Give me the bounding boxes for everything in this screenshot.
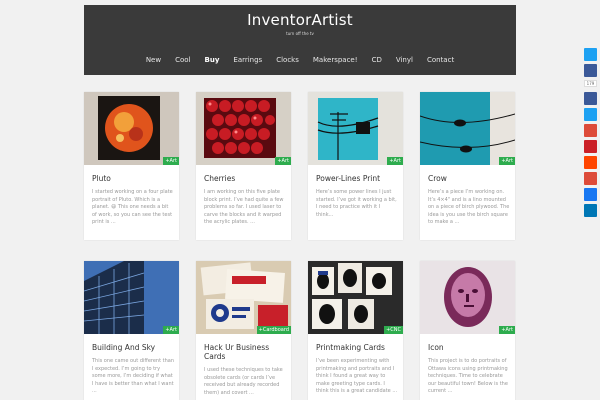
share-button-twitter-share-icon[interactable] [584,108,597,121]
post-tag[interactable]: +Art [499,326,515,334]
post-excerpt: Here’s some power lines I just started. … [316,189,397,218]
post-title[interactable]: Hack Ur Business Cards [204,343,286,361]
post-thumbnail[interactable]: +Art [84,261,179,334]
post-card-hack-ur-business-cards[interactable]: +Cardboard Hack Ur Business Cards I used… [196,261,291,400]
post-card-pluto[interactable]: +Art Pluto I started working on a four p… [84,92,179,240]
site-tagline: turn off the tv [286,31,314,36]
nav-item-clocks[interactable]: Clocks [276,56,299,64]
post-thumbnail[interactable]: +Art [196,92,291,165]
nav-item-vinyl[interactable]: Vinyl [396,56,413,64]
share-button-linkedin-icon[interactable] [584,204,597,217]
post-thumbnail[interactable]: +CNC [308,261,403,334]
post-thumbnail[interactable]: +Art [420,261,515,334]
post-thumbnail[interactable]: +Cardboard [196,261,291,334]
share-button-gmail-icon[interactable] [584,172,597,185]
post-tag[interactable]: +Art [387,157,403,165]
post-tag[interactable]: +Art [163,326,179,334]
nav-item-cd[interactable]: CD [372,56,382,64]
post-excerpt: This one came out different than I expec… [92,358,175,394]
nav-item-cool[interactable]: Cool [175,56,190,64]
post-tag[interactable]: +Cardboard [256,326,291,334]
post-card-printmaking-cards[interactable]: +CNC Printmaking Cards I’ve been experim… [308,261,403,400]
post-tag[interactable]: +Art [163,157,179,165]
post-thumbnail[interactable]: +Art [308,92,403,165]
post-tag[interactable]: +Art [499,157,515,165]
nav-item-new[interactable]: New [146,56,161,64]
site-title[interactable]: InventorArtist [84,11,516,29]
post-excerpt: I am working on this five plate block pr… [204,189,284,225]
post-excerpt: I’ve been experimenting with printmaking… [316,358,398,394]
post-card-power-lines-print[interactable]: +Art Power-Lines Print Here’s some power… [308,92,403,240]
post-tag[interactable]: +Art [275,157,291,165]
nav-item-makerspace[interactable]: Makerspace! [313,56,358,64]
nav-item-buy[interactable]: Buy [205,56,220,64]
post-title[interactable]: Cherries [204,174,286,183]
post-excerpt: Here’s a piece I’m working on. It’s 4×4"… [428,189,510,225]
share-button-reddit-icon[interactable] [584,156,597,169]
share-button-google-plus-icon[interactable] [584,124,597,137]
post-title[interactable]: Icon [428,343,510,352]
share-button-pinterest-icon[interactable] [584,140,597,153]
nav-item-earrings[interactable]: Earrings [233,56,262,64]
post-title[interactable]: Power-Lines Print [316,174,398,183]
share-count: 179 [584,80,597,87]
post-title[interactable]: Crow [428,174,510,183]
share-button-facebook-icon[interactable] [584,64,597,77]
post-title[interactable]: Building And Sky [92,343,174,352]
site-header: InventorArtist turn off the tv New Cool … [84,5,516,75]
post-excerpt: This project is to do portraits of Ottaw… [428,358,508,394]
post-thumbnail[interactable]: +Art [84,92,179,165]
post-excerpt: I used these techniques to take obsolete… [204,367,283,396]
post-thumbnail[interactable]: +Art [420,92,515,165]
post-card-building-and-sky[interactable]: +Art Building And Sky This one came out … [84,261,179,400]
main-nav: New Cool Buy Earrings Clocks Makerspace!… [84,56,516,64]
share-button-twitter-icon[interactable] [584,48,597,61]
share-button-messenger-icon[interactable] [584,188,597,201]
post-card-cherries[interactable]: +Art Cherries I am working on this five … [196,92,291,240]
post-card-icon[interactable]: +Art Icon This project is to do portrait… [420,261,515,400]
post-title[interactable]: Printmaking Cards [316,343,398,352]
post-card-crow[interactable]: +Art Crow Here’s a piece I’m working on.… [420,92,515,240]
share-button-facebook-like-icon[interactable] [584,92,597,105]
post-title[interactable]: Pluto [92,174,174,183]
post-excerpt: I started working on a four plate portra… [92,189,173,225]
post-tag[interactable]: +CNC [384,326,403,334]
nav-item-contact[interactable]: Contact [427,56,454,64]
